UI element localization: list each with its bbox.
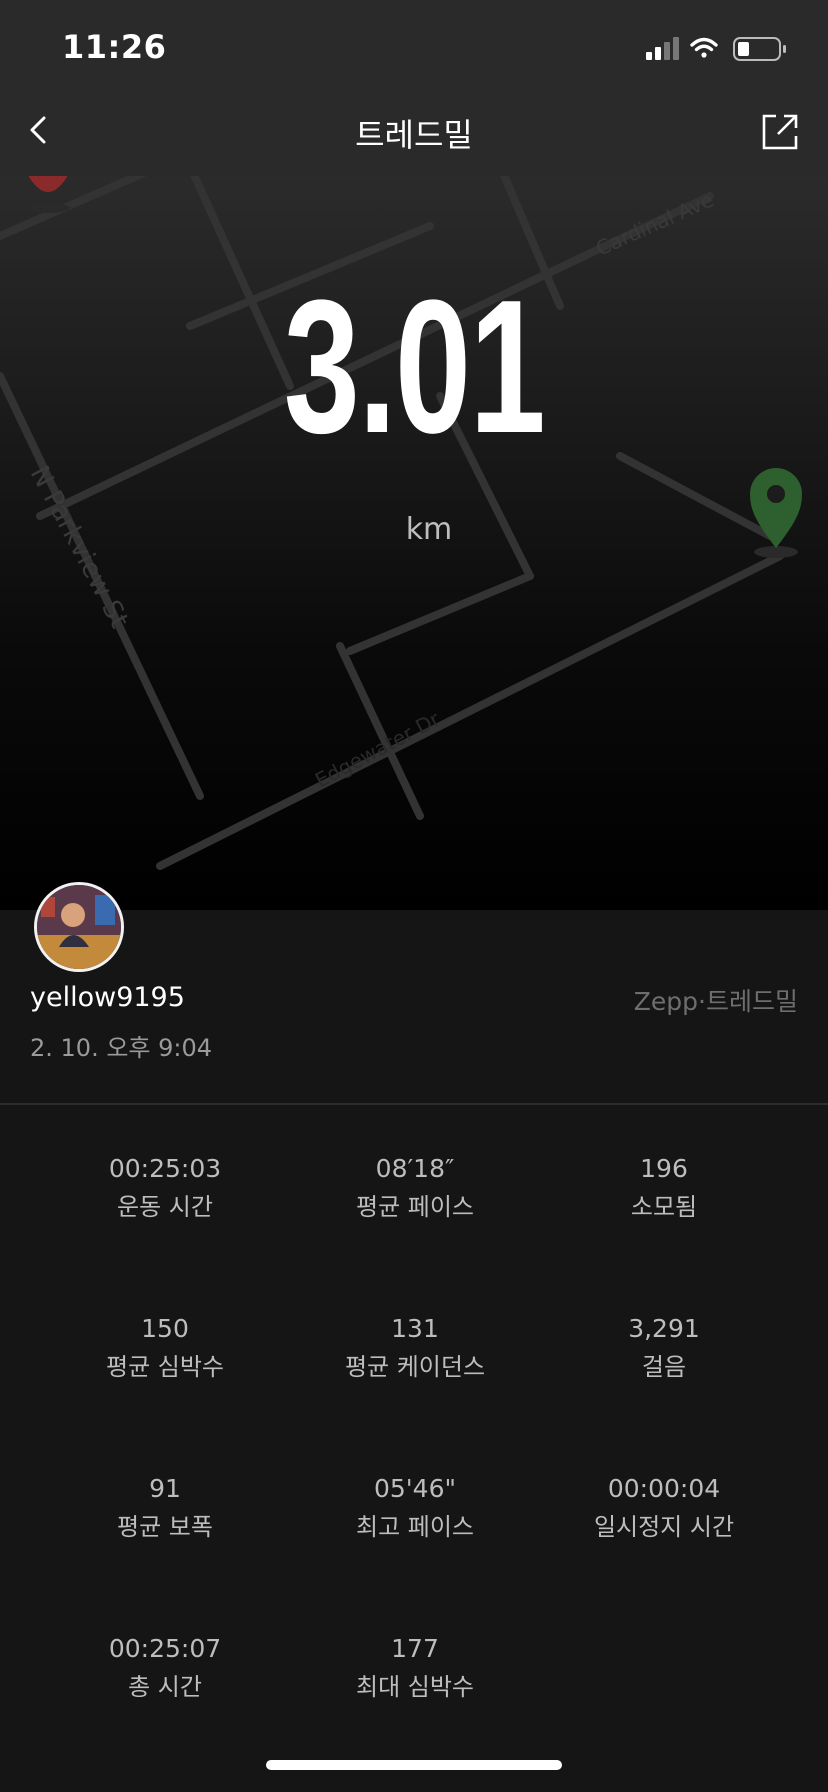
stat-steps: 3,291 걸음 [500,1310,828,1386]
stat-value: 150 [141,1314,189,1343]
stat-label: 평균 심박수 [105,1353,225,1381]
stat-value: 00:00:04 [607,1474,721,1503]
stat-avg-cadence: 131 평균 케이던스 [330,1310,500,1386]
top-bar: 11:26 트레드밀 [0,0,828,176]
stat-value: 177 [391,1634,439,1663]
battery-icon [733,37,786,61]
stat-label: 소모됨 [630,1193,698,1221]
stat-workout-time: 00:25:03 운동 시간 [0,1150,330,1226]
stat-label: 평균 보폭 [117,1513,213,1541]
street-label-1: N Parkview St [24,461,134,633]
user-info: yellow9195 Zepp·트레드밀 2. 10. 오후 9:04 [0,882,828,1104]
distance-value: 3.01 [283,261,546,473]
stat-avg-heart-rate: 150 평균 심박수 [0,1310,330,1386]
stat-label: 최대 심박수 [355,1673,475,1701]
stat-value: 3,291 [628,1314,700,1343]
stat-best-pace: 05'46" 최고 페이스 [330,1470,500,1546]
stat-value: 08′18″ [375,1154,455,1183]
stat-label: 운동 시간 [117,1193,213,1221]
stat-value: 05'46" [374,1474,456,1503]
stat-total-time: 00:25:07 총 시간 [0,1630,330,1706]
home-indicator[interactable] [266,1760,562,1770]
status-time: 11:26 [62,28,167,66]
stat-max-heart-rate: 177 최대 심박수 [330,1630,500,1706]
signal-icon [646,37,679,60]
stat-value: 00:25:03 [108,1154,222,1183]
treadmill-workout-screen: 11:26 트레드밀 N Parkview St Cardinal Ave Ed… [0,0,828,1792]
stat-pause-time: 00:00:04 일시정지 시간 [500,1470,828,1546]
stat-label: 평균 케이던스 [344,1353,486,1381]
stat-value: 196 [640,1154,688,1183]
wifi-icon [690,37,718,58]
stat-calories: 196 소모됨 [500,1150,828,1226]
page-title: 트레드밀 [355,116,473,154]
avatar-image [37,885,121,969]
workout-source: Zepp·트레드밀 [633,987,798,1016]
stat-label: 평균 페이스 [355,1193,475,1221]
street-label-2: Cardinal Ave [592,187,717,260]
username[interactable]: yellow9195 [30,982,185,1013]
stat-label: 걸음 [641,1353,687,1381]
stat-label: 총 시간 [128,1673,202,1701]
stat-avg-stride: 91 평균 보폭 [0,1470,330,1546]
stat-label: 최고 페이스 [355,1513,475,1541]
status-icons [646,37,786,61]
route-map[interactable]: N Parkview St Cardinal Ave Edgewater Dr … [0,176,828,910]
stat-avg-pace: 08′18″ 평균 페이스 [330,1150,500,1226]
workout-datetime: 2. 10. 오후 9:04 [30,1034,213,1062]
stat-label: 일시정지 시간 [593,1513,735,1541]
stat-value: 131 [391,1314,439,1343]
stats-grid: 00:25:03 운동 시간 08′18″ 평균 페이스 196 소모됨 150… [0,1150,828,1706]
divider [0,1103,828,1105]
stat-value: 91 [149,1474,181,1503]
share-icon[interactable] [760,108,800,152]
start-marker-icon [26,176,70,213]
distance-unit: km [405,512,453,547]
avatar[interactable] [34,882,124,972]
stat-value: 00:25:07 [108,1634,222,1663]
